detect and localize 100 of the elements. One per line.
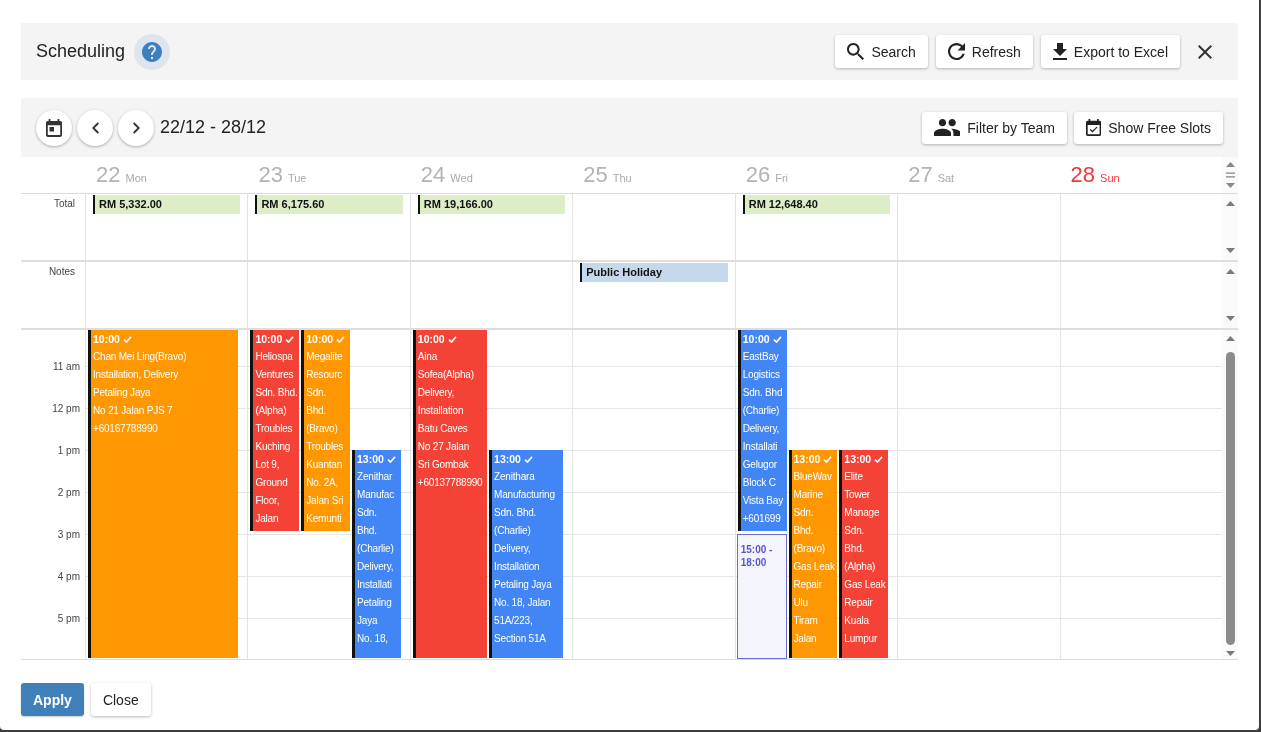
event-block[interactable]: 13:00 Elite Tower Manage Sdn. Bhd. (Alpha) Gas Leak Repair Kuala Lumpur xyxy=(839,450,889,658)
event-detail: Delivery, xyxy=(494,542,531,556)
day-number: 27 xyxy=(908,161,933,189)
event-detail: Bhd. xyxy=(306,404,326,418)
event-block[interactable]: 10:00 Aina Sofea(Alpha) Delivery, Installation Batu Caves No 27 Jalan Sri Gombak +60137788990 xyxy=(412,330,488,658)
event-detail: Installation xyxy=(417,404,464,418)
event-block[interactable]: 13:00 Zenithar Manufac Sdn. Bhd. (Charlie) Delivery, Installati Petaling Jaya No. 18, xyxy=(352,450,401,658)
event-detail: Manufac xyxy=(357,488,394,502)
event-detail: Zenithara xyxy=(494,470,535,484)
scroll-up-icon[interactable] xyxy=(1225,336,1235,341)
event-detail: Kuching xyxy=(255,440,291,454)
help-icon[interactable] xyxy=(134,33,171,70)
event-block[interactable]: 10:00 Chan Mei Ling(Bravo) Installation, Delivery Petaling Jaya No 21 Jalan PJS 7 +60167788990 xyxy=(88,330,239,658)
event-detail: Manage xyxy=(844,506,880,520)
event-detail: Sri Gombak xyxy=(417,458,469,472)
event-detail: No. 18, xyxy=(357,632,388,646)
close-button[interactable]: Close xyxy=(90,683,151,716)
scrollbar-thumb[interactable] xyxy=(1225,352,1235,645)
event-detail: Sdn. Bhd. xyxy=(255,386,298,400)
event-detail: Repair xyxy=(844,596,873,610)
time-label: 4 pm xyxy=(57,570,80,582)
people-icon xyxy=(933,119,961,136)
chevron-right-icon xyxy=(132,121,140,134)
scroll-down-icon[interactable] xyxy=(1225,316,1235,321)
up-down-arrows-icon[interactable] xyxy=(1225,162,1235,188)
event-detail: No. 18, Jalan xyxy=(494,596,551,610)
event-time: 13:00 xyxy=(494,452,521,466)
event-detail: Petaling Jaya xyxy=(494,578,552,592)
event-detail: (Charlie) xyxy=(742,404,780,418)
time-label: 12 pm xyxy=(52,402,80,414)
export-button[interactable]: Export to Excel xyxy=(1040,35,1180,68)
event-detail: Lot 9, xyxy=(255,458,280,472)
day-number: 26 xyxy=(745,161,771,189)
event-block[interactable]: 13:00 BlueWav Marine Sdn. Bhd. (Bravo) Gas Leak Repair Ulu Tiram Jalan xyxy=(788,450,838,658)
event-detail: Tiram xyxy=(793,614,818,628)
event-detail: Installati xyxy=(357,578,392,592)
event-detail: Lumpur xyxy=(844,632,878,646)
event-detail: Delivery, xyxy=(742,422,780,436)
event-detail: Petaling xyxy=(357,596,392,610)
refresh-button[interactable]: Refresh xyxy=(935,35,1033,68)
download-icon xyxy=(1052,43,1067,60)
event-detail: Megalite xyxy=(306,350,343,364)
event-detail: (Alpha) xyxy=(255,404,287,418)
chevron-left-icon xyxy=(91,121,99,134)
event-block[interactable]: 13:00 Zenithara Manufacturing Sdn. Bhd. (Charlie) Delivery, Installation Petaling Jaya No. 18, Jalan 51A/223, Section 51A xyxy=(489,450,564,658)
event-block[interactable]: 10:00 Megalite Resourc Sdn. Bhd. (Bravo) Troubles Kuantan No. 2A, Jalan Sri Kemunti xyxy=(301,330,350,531)
event-detail: Jalan xyxy=(255,512,279,526)
event-detail: +601699 xyxy=(742,512,781,526)
event-block[interactable]: 10:00 Heliospa Ventures Sdn. Bhd. (Alpha) Troubles Kuching Lot 9, Ground Floor, Jalan xyxy=(250,330,300,531)
scroll-up-icon[interactable] xyxy=(1225,201,1235,206)
time-label: 1 pm xyxy=(57,444,80,456)
event-detail: Sofea(Alpha) xyxy=(417,368,474,382)
apply-button[interactable]: Apply xyxy=(21,683,84,716)
day-number: 28 xyxy=(1070,161,1096,189)
calendar-button[interactable] xyxy=(36,109,72,146)
day-number: 22 xyxy=(96,161,121,189)
event-detail: Chan Mei Ling(Bravo) xyxy=(93,350,187,364)
search-button[interactable]: Search xyxy=(835,35,928,68)
time-label: 3 pm xyxy=(57,528,80,540)
event-detail: Repair xyxy=(793,578,822,592)
event-detail: Sdn. Bhd xyxy=(742,386,783,400)
filter-team-button[interactable]: Filter by Team xyxy=(921,111,1067,144)
day-name: Tue xyxy=(287,172,307,184)
event-time: 13:00 xyxy=(357,452,384,466)
event-time: 10:00 xyxy=(417,332,445,346)
day-name: Mon xyxy=(125,172,147,184)
scroll-up-icon[interactable] xyxy=(1225,269,1235,274)
close-icon[interactable] xyxy=(1198,44,1212,59)
event-detail: Manufacturing xyxy=(494,488,555,502)
event-detail: Sdn. xyxy=(306,386,326,400)
event-detail: Sdn. xyxy=(793,506,814,520)
total-tag: RM 5,332.00 xyxy=(93,195,241,214)
scroll-down-icon[interactable] xyxy=(1225,248,1235,253)
event-detail: Kemunti xyxy=(306,512,342,526)
event-detail: Vista Bay xyxy=(742,494,783,508)
previous-button[interactable] xyxy=(77,109,113,146)
event-detail: Sdn. xyxy=(357,506,377,520)
event-detail: Block C xyxy=(742,476,776,490)
event-detail: No 27 Jalan xyxy=(417,440,469,454)
free-slot[interactable]: 15:00 - 18:00 xyxy=(736,534,787,659)
total-tag: RM 19,166.00 xyxy=(417,195,566,214)
scroll-down-icon[interactable] xyxy=(1225,651,1235,656)
event-time: 13:00 xyxy=(844,452,872,466)
event-block[interactable]: 10:00 EastBay Logistics Sdn. Bhd (Charlie) Delivery, Installati Gelugor Block C Vista Bay +601699 xyxy=(737,330,787,531)
next-button[interactable] xyxy=(118,109,154,146)
calendar-icon xyxy=(46,118,62,137)
event-detail: Jalan Sri xyxy=(306,494,344,508)
holiday-tag[interactable]: Public Holiday xyxy=(580,263,728,282)
time-label: 5 pm xyxy=(57,612,80,624)
event-detail: Ventures xyxy=(255,368,294,382)
calendar-check-icon xyxy=(1086,119,1102,136)
event-detail: Aina xyxy=(417,350,438,364)
row-label: Total xyxy=(53,198,75,211)
event-detail: (Bravo) xyxy=(306,422,338,436)
free-slots-button[interactable]: Show Free Slots xyxy=(1074,111,1223,144)
event-detail: Gas Leak xyxy=(844,578,886,592)
event-detail: EastBay xyxy=(742,350,779,364)
event-detail: Troubles xyxy=(306,440,344,454)
refresh-icon xyxy=(947,43,965,60)
event-detail: Installation, Delivery xyxy=(93,368,179,382)
